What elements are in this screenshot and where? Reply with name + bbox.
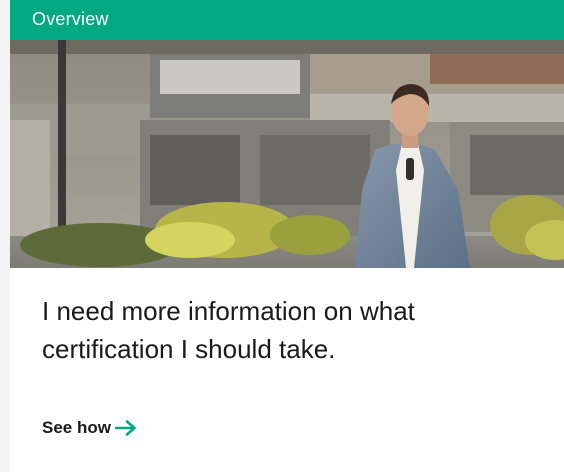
hero-image xyxy=(10,40,564,268)
see-how-link[interactable]: See how xyxy=(42,418,137,438)
overview-banner: Overview xyxy=(10,0,564,40)
card-title: I need more information on what certific… xyxy=(42,296,415,364)
arrow-right-icon xyxy=(114,420,137,436)
see-how-label: See how xyxy=(42,418,111,437)
content-card[interactable]: Overview I need more information on what… xyxy=(10,0,564,472)
hero-photo xyxy=(10,40,564,268)
page: Overview I need more information on what… xyxy=(0,0,564,472)
overview-label: Overview xyxy=(32,9,109,29)
